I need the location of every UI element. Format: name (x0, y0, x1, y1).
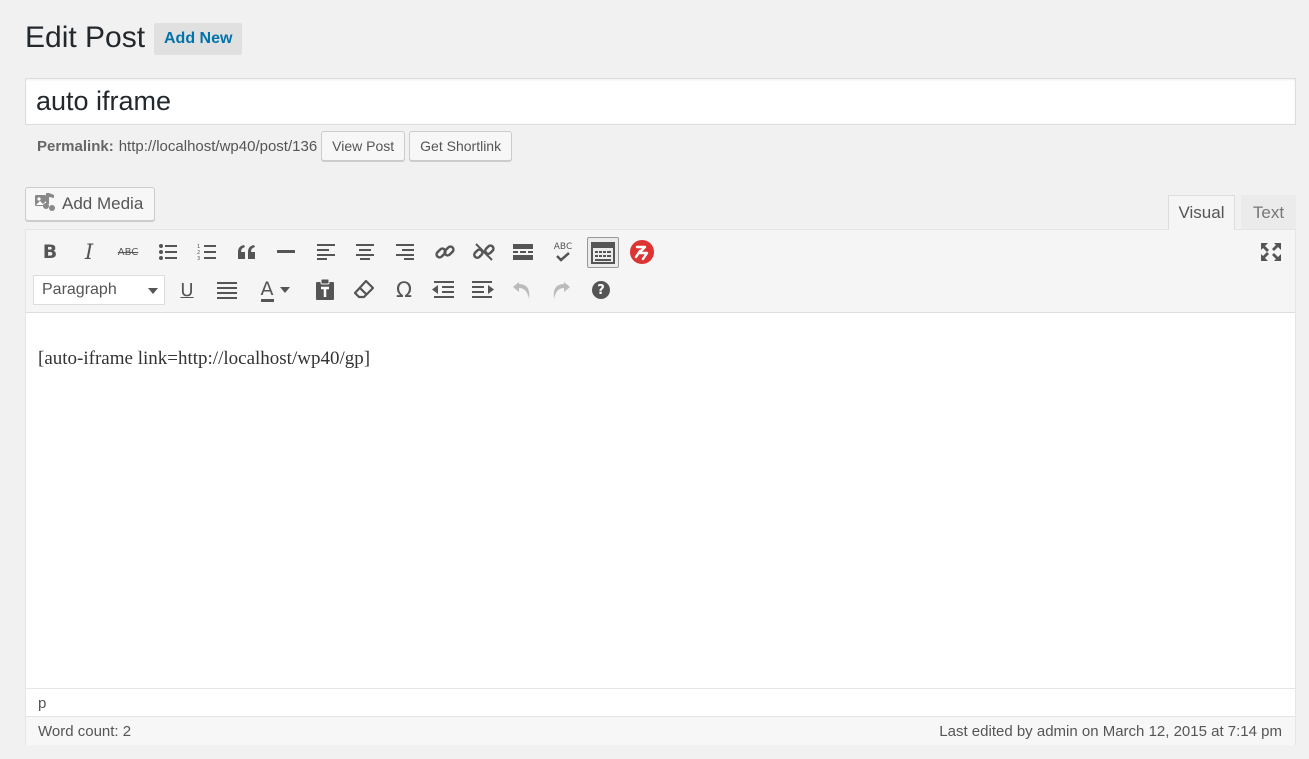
add-new-button[interactable]: Add New (154, 23, 243, 55)
redo-icon (550, 279, 572, 301)
remove-link-button[interactable] (469, 237, 499, 267)
format-select[interactable]: Paragraph (33, 275, 165, 305)
outdent-icon (432, 281, 454, 299)
fullscreen-button[interactable] (1256, 237, 1286, 267)
horizontal-line-icon (277, 250, 295, 254)
read-more-icon (513, 244, 533, 260)
clear-formatting-button[interactable] (349, 275, 379, 305)
post-title-input[interactable] (25, 78, 1296, 125)
numbered-list-icon: 123 (197, 243, 217, 261)
justify-button[interactable] (212, 275, 242, 305)
bulleted-list-icon (158, 243, 178, 261)
read-more-button[interactable] (508, 237, 538, 267)
italic-icon: I (84, 240, 94, 264)
align-right-button[interactable] (390, 237, 420, 267)
undo-icon (511, 279, 533, 301)
add-media-button[interactable]: Add Media (25, 187, 155, 221)
bold-button[interactable]: B (35, 237, 65, 267)
blockquote-icon (237, 244, 257, 260)
underline-icon: U (180, 279, 194, 301)
special-character-button[interactable]: Ω (389, 275, 419, 305)
editor-status-bar: Word count: 2 Last edited by admin on Ma… (26, 716, 1295, 745)
spellcheck-button[interactable]: ABC (548, 237, 578, 267)
tab-visual[interactable]: Visual (1168, 195, 1235, 230)
bulleted-list-button[interactable] (153, 237, 183, 267)
help-icon: ? (592, 281, 610, 299)
spellcheck-icon: ABC (554, 242, 572, 262)
blockquote-button[interactable] (232, 237, 262, 267)
indent-button[interactable] (468, 275, 498, 305)
strikethrough-icon: ABC (117, 246, 139, 258)
remove-link-icon (473, 241, 495, 263)
format-select-value: Paragraph (42, 281, 117, 298)
add-media-icon (34, 192, 56, 217)
add-media-label: Add Media (62, 194, 144, 213)
text-color-icon: A (260, 277, 290, 302)
align-left-icon (317, 244, 335, 260)
svg-text:3: 3 (197, 256, 200, 261)
special-character-icon: Ω (395, 278, 413, 302)
align-left-button[interactable] (311, 237, 341, 267)
undo-button[interactable] (507, 275, 537, 305)
plugin-button[interactable] (627, 237, 657, 267)
get-shortlink-button[interactable]: Get Shortlink (409, 131, 513, 161)
editor-content[interactable]: [auto-iframe link=http://localhost/wp40/… (38, 348, 1278, 370)
insert-link-icon (434, 241, 456, 263)
view-post-button[interactable]: View Post (321, 131, 406, 161)
underline-button[interactable]: U (172, 275, 202, 305)
text-color-button[interactable]: A (252, 275, 298, 305)
plugin-icon (629, 239, 655, 265)
post-editor: B I ABC 123 ABC Paragraph U A Ω ? [auto-… (25, 229, 1296, 745)
align-center-button[interactable] (350, 237, 380, 267)
redo-button[interactable] (546, 275, 576, 305)
help-glyph: ? (597, 282, 605, 298)
insert-link-button[interactable] (430, 237, 460, 267)
paste-as-text-icon (315, 279, 335, 301)
element-path: p (26, 688, 1295, 716)
spellcheck-label: ABC (553, 242, 573, 252)
italic-button[interactable]: I (74, 237, 104, 267)
editor-toolbar: B I ABC 123 ABC Paragraph U A Ω ? (26, 230, 1295, 313)
permalink-label: Permalink: (37, 137, 114, 155)
toolbar-toggle-button[interactable] (587, 237, 619, 268)
align-right-icon (396, 244, 414, 260)
element-path-item[interactable]: p (38, 695, 46, 712)
page-title: Edit Post (25, 21, 146, 54)
text-color-glyph: A (260, 277, 274, 302)
chevron-down-icon (148, 281, 158, 299)
permalink-row: Permalink: http://localhost/wp40/post/13… (37, 131, 513, 161)
paste-as-text-button[interactable] (310, 275, 340, 305)
toolbar-toggle-icon (591, 241, 615, 264)
align-center-icon (356, 244, 374, 260)
indent-icon (472, 281, 494, 299)
word-count: Word count: 2 (38, 722, 132, 740)
clear-formatting-icon (353, 279, 375, 301)
strikethrough-button[interactable]: ABC (113, 237, 143, 267)
numbered-list-button[interactable]: 123 (192, 237, 222, 267)
justify-icon (217, 281, 237, 299)
horizontal-line-button[interactable] (271, 237, 301, 267)
outdent-button[interactable] (428, 275, 458, 305)
tab-text[interactable]: Text (1241, 195, 1296, 230)
help-button[interactable]: ? (586, 275, 616, 305)
bold-icon: B (42, 241, 58, 263)
fullscreen-icon (1260, 242, 1282, 262)
last-edited: Last edited by admin on March 12, 2015 a… (939, 722, 1282, 740)
permalink-url[interactable]: http://localhost/wp40/post/136 (119, 138, 317, 155)
